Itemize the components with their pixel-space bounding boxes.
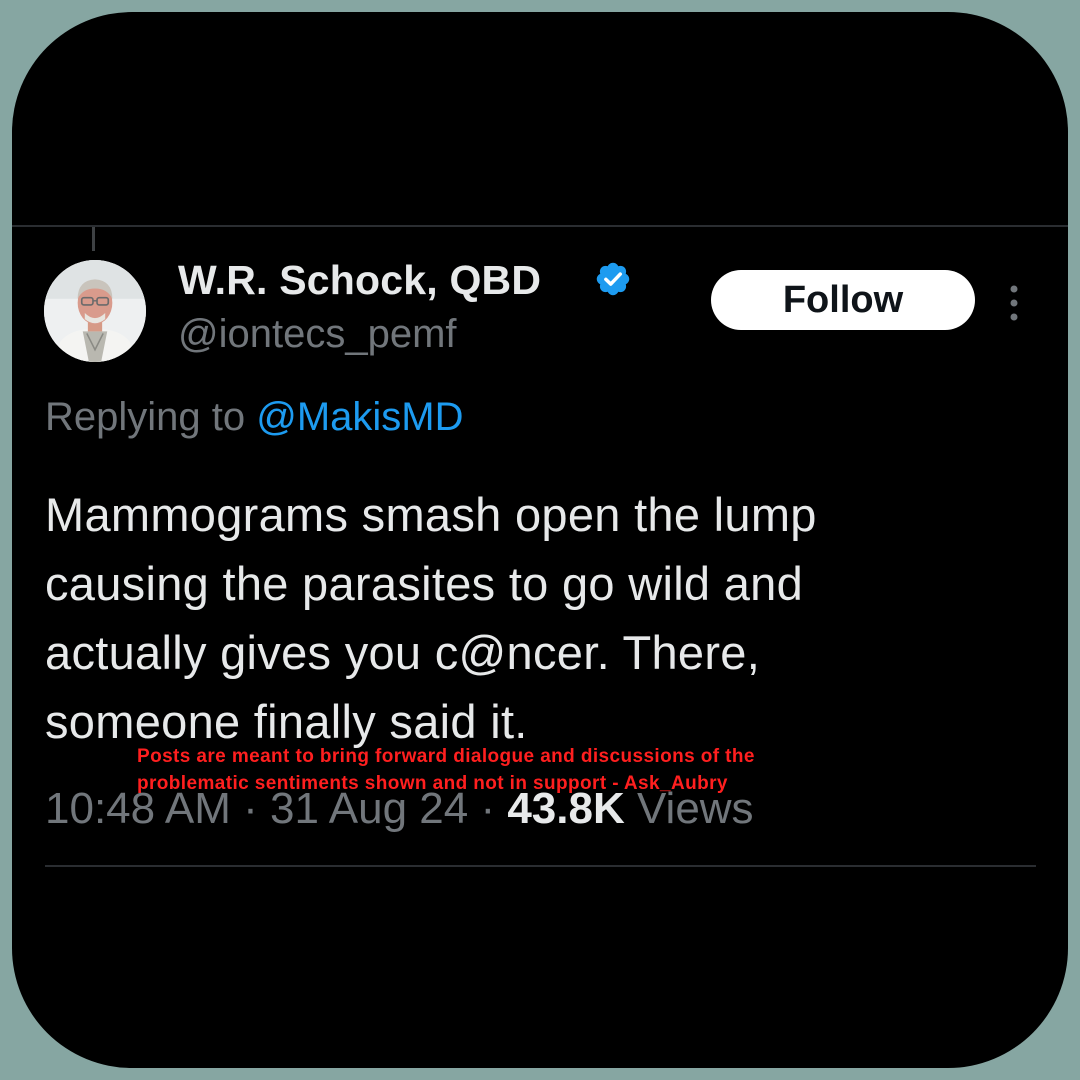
tweet-text: Mammograms smash open the lump causing t… — [45, 480, 1025, 756]
tweet-card: W.R. Schock, QBD @iontecs_pemf Follow Re… — [12, 12, 1068, 1068]
avatar-image — [44, 260, 146, 362]
thread-connector — [92, 227, 95, 251]
more-options-icon[interactable] — [1008, 283, 1020, 323]
avatar[interactable] — [44, 260, 146, 362]
display-name[interactable]: W.R. Schock, QBD — [178, 257, 541, 304]
follow-button[interactable]: Follow — [711, 270, 975, 330]
bottom-divider — [45, 865, 1036, 867]
user-handle[interactable]: @iontecs_pemf — [178, 312, 457, 357]
tweet-text-line: causing the parasites to go wild and — [45, 557, 804, 610]
top-divider — [12, 225, 1068, 227]
disclaimer-line: problematic sentiments shown and not in … — [137, 773, 728, 794]
verified-badge-icon — [596, 262, 630, 296]
replying-to-mention-link[interactable]: @MakisMD — [256, 395, 463, 439]
disclaimer-overlay: Posts are meant to bring forward dialogu… — [137, 743, 997, 797]
tweet-text-line: Mammograms smash open the lump — [45, 488, 817, 541]
replying-to-label: Replying to — [45, 395, 246, 439]
replying-to: Replying to @MakisMD — [45, 395, 464, 440]
disclaimer-line: Posts are meant to bring forward dialogu… — [137, 746, 755, 767]
tweet-text-line: actually gives you c@ncer. There, — [45, 626, 761, 679]
